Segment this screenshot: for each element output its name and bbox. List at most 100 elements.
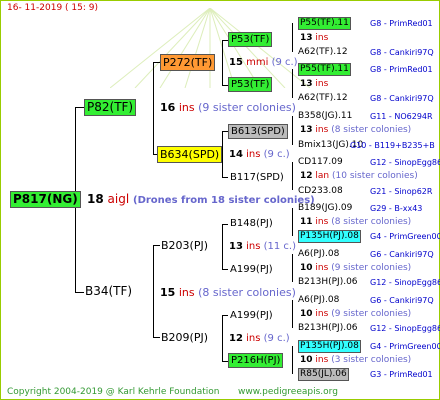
connector (75, 107, 84, 108)
queen-node-root[interactable]: P817(NG) (10, 191, 81, 208)
gen3-info: 11 ins (8 sister colonies) (300, 216, 411, 229)
queen-node-gen4[interactable]: P135H(PJ).08 (298, 340, 361, 353)
queen-node-gen4[interactable]: CD233.08 (298, 185, 343, 198)
connector (222, 224, 223, 269)
origin-label: G10 - B119+B235+B (350, 141, 435, 150)
gen3-insemination: lan (315, 171, 330, 181)
queen-node-gen4[interactable]: P55(TF).11 (298, 17, 351, 30)
gen3-sisters: (8 sister colonies) (331, 217, 412, 227)
father-sisters: (8 sister colonies) (198, 286, 296, 299)
site-link[interactable]: www.pedigreeapis.org (238, 386, 338, 399)
queen-node-father[interactable]: B34(TF) (85, 285, 132, 298)
origin-label: G12 - SinopEgg86R (370, 158, 440, 167)
gen2-info: 13 ins (11 c.) (229, 240, 296, 253)
queen-node-gen2[interactable]: P272(TF) (160, 54, 216, 71)
queen-node-gen3[interactable]: P216H(PJ) (228, 353, 284, 368)
connector (153, 337, 160, 338)
queen-node-gen4[interactable]: R85(JL).06 (298, 368, 349, 381)
gen2-info: 12 ins (9 c.) (229, 332, 290, 345)
queen-node-gen3[interactable]: A199(PJ) (230, 263, 273, 276)
connector (222, 269, 228, 270)
gen3-insemination: ins (315, 79, 329, 89)
gen2-info: 15 mmi (9 c.) (229, 56, 298, 69)
queen-node-gen2[interactable]: B203(PJ) (161, 239, 208, 252)
queen-node-gen4[interactable]: B358(JG).11 (298, 110, 352, 123)
gen2-count: 13 (229, 241, 243, 252)
origin-label: G8 - PrimRed01 (370, 19, 433, 28)
queen-node-gen4[interactable]: A62(TF).12 (298, 46, 348, 59)
mother-insemination: ins (178, 101, 195, 114)
father-insemination: ins (178, 286, 195, 299)
gen2-insemination: ins (246, 241, 261, 252)
gen3-info: 10 ins (3 sister colonies) (300, 354, 411, 367)
connector (153, 62, 154, 154)
gen3-count: 10 (300, 355, 313, 365)
gen3-info: 13 ins (300, 78, 328, 91)
connector (222, 40, 223, 85)
gen3-info: 12 lan (10 sister colonies) (300, 170, 418, 183)
origin-label: G12 - SinopEgg86R (370, 278, 440, 287)
root-count: 18 (87, 192, 104, 206)
connector (153, 245, 154, 337)
origin-label: G4 - PrimGreen00 (370, 232, 440, 241)
origin-label: G4 - PrimGreen00 (370, 342, 440, 351)
queen-node-gen4[interactable]: CD117.09 (298, 156, 343, 169)
connector (292, 346, 293, 374)
gen3-info: 10 ins (9 sister colonies) (300, 308, 411, 321)
decorative-fan (110, 8, 310, 88)
queen-node-gen3[interactable]: B613(SPD) (228, 124, 288, 139)
queen-node-gen4[interactable]: A6(PJ).08 (298, 294, 339, 307)
queen-node-gen2[interactable]: B634(SPD) (157, 146, 223, 163)
father-count: 15 (160, 286, 176, 299)
connector (292, 69, 293, 98)
gen3-sisters: (10 sister colonies) (332, 171, 418, 181)
gen2-info: 14 ins (9 c.) (229, 148, 290, 161)
gen3-count: 13 (300, 125, 313, 135)
report-date: 16- 11-2019 ( 15: 9) (7, 3, 98, 13)
queen-node-gen3[interactable]: B117(SPD) (230, 171, 284, 184)
gen3-count: 10 (300, 309, 313, 319)
queen-node-gen3[interactable]: A199(PJ) (230, 309, 273, 322)
origin-label: G3 - PrimRed01 (370, 370, 433, 379)
origin-label: G11 - NO6294R (370, 112, 433, 121)
queen-node-gen3[interactable]: P53(TF) (228, 32, 273, 47)
queen-node-mother[interactable]: P82(TF) (84, 99, 137, 116)
gen3-count: 13 (300, 79, 313, 89)
queen-node-gen4[interactable]: B189(JG).09 (298, 202, 352, 215)
connector (292, 116, 293, 145)
origin-label: G12 - SinopEgg86R (370, 324, 440, 333)
origin-label: G8 - Cankiri97Q (370, 48, 434, 57)
connector (75, 292, 84, 293)
gen3-count: 11 (300, 217, 313, 227)
gen2-sisters: (11 c.) (263, 241, 297, 252)
queen-node-gen4[interactable]: B213H(PJ).06 (298, 276, 358, 289)
father-info: 15 ins (8 sister colonies) (160, 286, 296, 299)
queen-node-gen2[interactable]: B209(PJ) (161, 331, 208, 344)
gen3-sisters: (3 sister colonies) (331, 355, 412, 365)
queen-node-gen3[interactable]: B148(PJ) (230, 217, 273, 230)
origin-label: G8 - Cankiri97Q (370, 94, 434, 103)
gen3-sisters: (9 sister colonies) (331, 309, 412, 319)
gen2-insemination: mmi (246, 57, 269, 68)
connector (222, 177, 228, 178)
mother-count: 16 (160, 101, 176, 114)
queen-node-gen3[interactable]: P53(TF) (228, 77, 273, 92)
queen-node-gen4[interactable]: A62(TF).12 (298, 92, 348, 105)
connector (222, 315, 223, 361)
connector (153, 62, 160, 63)
gen3-insemination: ins (315, 33, 329, 43)
gen3-info: 13 ins (8 sister colonies) (300, 124, 411, 137)
queen-node-gen4[interactable]: P135H(PJ).08 (298, 230, 361, 243)
connector (292, 23, 293, 52)
connector (292, 300, 293, 328)
queen-node-gen4[interactable]: A6(PJ).08 (298, 248, 339, 261)
gen2-insemination: ins (246, 333, 261, 344)
origin-label: G21 - Sinop62R (370, 187, 433, 196)
connector (292, 162, 293, 190)
queen-node-gen4[interactable]: B213H(PJ).06 (298, 322, 358, 335)
gen2-sisters: (9 c.) (263, 149, 290, 160)
connector (222, 224, 228, 225)
queen-node-gen4[interactable]: P55(TF).11 (298, 63, 351, 76)
root-insemination: aigl (107, 192, 130, 206)
root-note: (Drones from 18 sister colonies) (133, 195, 315, 206)
